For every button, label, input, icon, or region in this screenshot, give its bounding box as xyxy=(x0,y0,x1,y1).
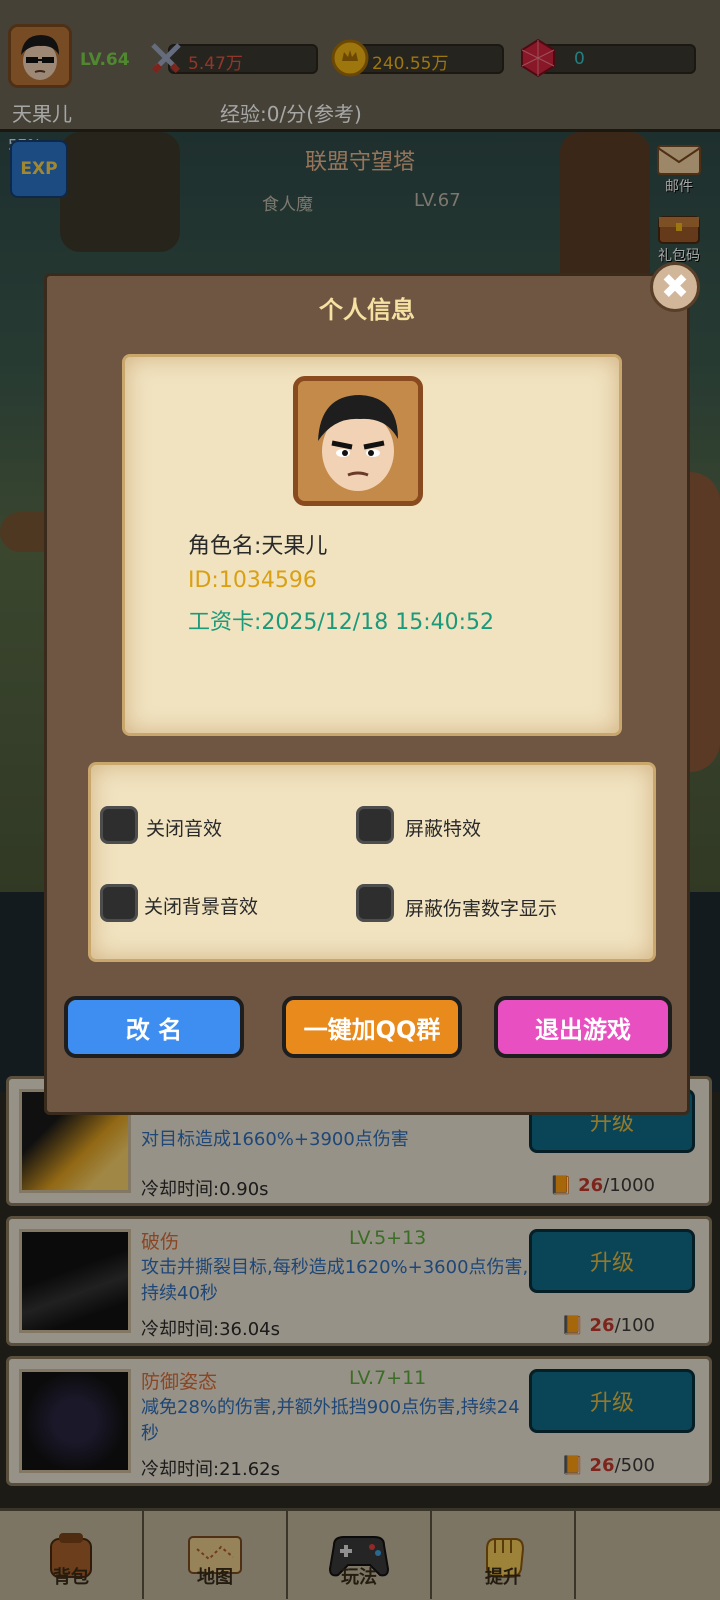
join-qq-group-button[interactable]: 一键加QQ群 xyxy=(282,996,462,1058)
quit-label: 退出游戏 xyxy=(535,1015,631,1044)
rename-label: 改 名 xyxy=(125,1015,183,1044)
role-name: 角色名:天果儿 xyxy=(188,534,328,559)
hide-effects-label: 屏蔽特效 xyxy=(405,818,482,840)
player-id: ID:1034596 xyxy=(188,568,317,593)
modal-title: 个人信息 xyxy=(319,296,415,324)
mute-bgm-checkbox[interactable] xyxy=(100,884,138,922)
settings-panel xyxy=(88,762,656,962)
mute-sfx-checkbox[interactable] xyxy=(100,806,138,844)
mute-sfx-label: 关闭音效 xyxy=(146,818,223,840)
close-button[interactable]: ✖ xyxy=(650,262,700,312)
close-icon: ✖ xyxy=(660,267,690,307)
quit-game-button[interactable]: 退出游戏 xyxy=(494,996,672,1058)
hide-effects-checkbox[interactable] xyxy=(356,806,394,844)
rename-button[interactable]: 改 名 xyxy=(64,996,244,1058)
mute-bgm-label: 关闭背景音效 xyxy=(144,896,259,918)
hide-damage-numbers-label: 屏蔽伤害数字显示 xyxy=(405,898,558,920)
salary-card-time: 工资卡:2025/12/18 15:40:52 xyxy=(188,610,495,635)
hero-face-icon xyxy=(298,381,418,501)
profile-portrait xyxy=(293,376,423,506)
join-qq-label: 一键加QQ群 xyxy=(303,1015,441,1044)
hide-damage-numbers-checkbox[interactable] xyxy=(356,884,394,922)
